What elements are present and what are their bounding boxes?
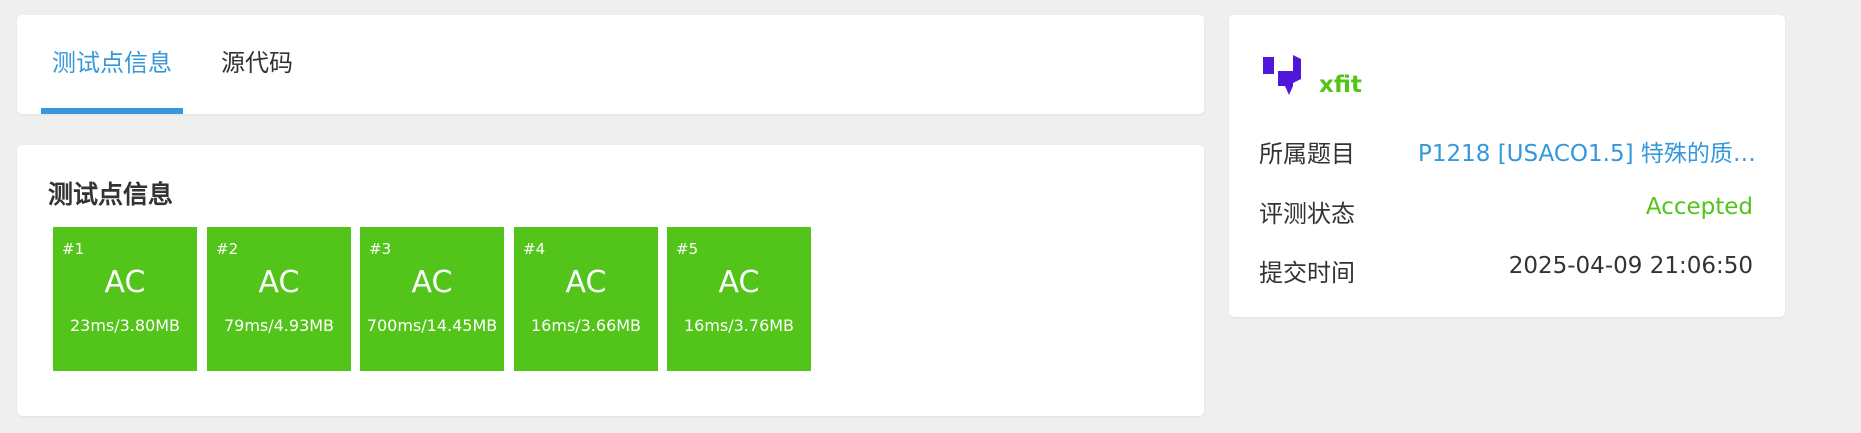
testcase-stats: 16ms/3.66MB [530,316,642,335]
submission-info-card: xfit 所属题目 P1218 [USACO1.5] 特殊的质数... 评测状态… [1229,15,1785,317]
testcase-status: AC [565,265,607,300]
judge-status-label: 评测状态 [1259,200,1355,228]
testcase-number: #2 [216,240,239,258]
judge-status-value: Accepted [1645,194,1753,220]
testcase-3[interactable]: #3 AC 700ms/14.45MB [360,227,504,371]
problem-label: 所属题目 [1259,140,1355,168]
problem-link[interactable]: P1218 [USACO1.5] 特殊的质数... [1418,134,1768,168]
submit-time-label: 提交时间 [1259,259,1355,287]
tab-source-code[interactable]: 源代码 [213,15,301,114]
testpoints-card: 测试点信息 #1 AC 23ms/3.80MB #2 AC 79ms/4.93M… [17,145,1204,416]
testcase-4[interactable]: #4 AC 16ms/3.66MB [514,227,658,371]
tabs-card: 测试点信息 源代码 [17,15,1204,114]
testcase-number: #4 [523,240,546,258]
testcase-2[interactable]: #2 AC 79ms/4.93MB [207,227,351,371]
testcase-stats: 79ms/4.93MB [223,316,335,335]
testcase-status: AC [718,265,760,300]
testcase-status: AC [258,265,300,300]
submit-time-value: 2025-04-09 21:06:50 [1508,253,1753,279]
testcase-stats: 16ms/3.76MB [683,316,795,335]
username-link[interactable]: xfit [1319,72,1362,98]
tab-testpoint-info[interactable]: 测试点信息 [41,15,183,114]
testcase-stats: 23ms/3.80MB [69,316,181,335]
section-title: 测试点信息 [48,180,174,209]
testcase-number: #3 [369,240,392,258]
testcase-stats: 700ms/14.45MB [366,316,498,335]
testcase-1[interactable]: #1 AC 23ms/3.80MB [53,227,197,371]
testcase-number: #5 [676,240,699,258]
testcase-5[interactable]: #5 AC 16ms/3.76MB [667,227,811,371]
testcase-status: AC [104,265,146,300]
user-logo-icon[interactable] [1263,55,1309,97]
testcase-status: AC [411,265,453,300]
page: 测试点信息 源代码 测试点信息 #1 AC 23ms/3.80MB #2 AC … [0,0,1861,433]
testcase-number: #1 [62,240,85,258]
